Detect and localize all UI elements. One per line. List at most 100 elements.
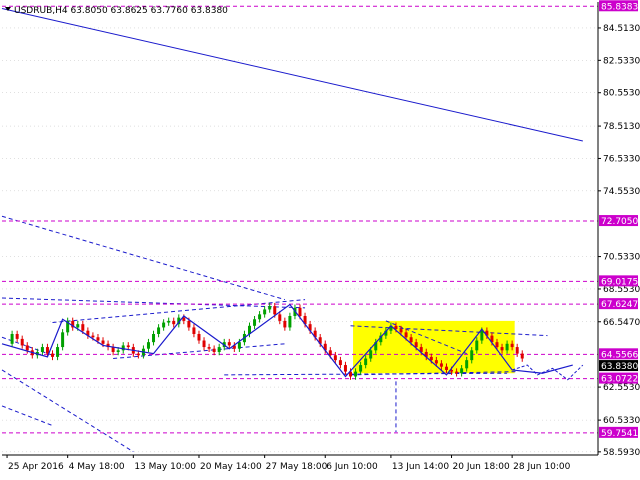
candle-body bbox=[157, 327, 161, 334]
candle-body bbox=[227, 342, 231, 346]
level-price-label: 67.6247 bbox=[601, 300, 638, 310]
candle-body bbox=[187, 320, 191, 328]
candle-body bbox=[101, 340, 105, 344]
candle-body bbox=[76, 324, 80, 328]
trendline bbox=[1, 297, 306, 309]
candle-body bbox=[81, 324, 85, 331]
time-tick-label: 20 May 14:00 bbox=[200, 462, 262, 472]
price-tick-label: 60.5330 bbox=[603, 416, 640, 426]
candle-body bbox=[343, 365, 347, 372]
candle-body bbox=[172, 320, 176, 325]
candle-body bbox=[333, 355, 337, 361]
candle-body bbox=[444, 366, 448, 370]
level-price-label: 69.0175 bbox=[601, 277, 638, 287]
candle-body bbox=[470, 350, 474, 361]
candle-body bbox=[510, 343, 514, 348]
candle-body bbox=[273, 306, 277, 315]
level-price-label: 63.0722 bbox=[601, 375, 638, 385]
candle-body bbox=[475, 340, 479, 351]
candle-body bbox=[429, 356, 433, 361]
price-chart[interactable]: 84.5130 82.5330 80.5530 78.5130 76.5330 74.55… bbox=[0, 0, 640, 480]
candle-body bbox=[359, 365, 363, 372]
price-tick-label: 84.5130 bbox=[603, 24, 640, 34]
level-price-label: 64.5566 bbox=[601, 350, 638, 360]
time-tick-label: 13 Jun 14:00 bbox=[392, 462, 449, 472]
price-tick-label: 78.5130 bbox=[603, 122, 640, 132]
candle-body bbox=[45, 347, 49, 354]
price-tick-label: 70.5330 bbox=[603, 253, 640, 263]
time-tick-label: 13 May 10:00 bbox=[134, 462, 196, 472]
candle-body bbox=[434, 360, 438, 364]
candle-body bbox=[263, 309, 267, 315]
candle-body bbox=[298, 307, 302, 316]
chart-header[interactable]: USDRUB,H4 63.8050 63.8625 63.7760 63.838… bbox=[5, 6, 228, 16]
candle-body bbox=[515, 347, 519, 354]
candle-body bbox=[136, 353, 140, 356]
candle-body bbox=[369, 350, 373, 359]
candle-body bbox=[61, 332, 65, 348]
candle-body bbox=[439, 363, 443, 367]
candle-body bbox=[354, 371, 358, 377]
time-tick-label: 27 May 18:00 bbox=[266, 462, 328, 472]
symbol-ohlc-label: USDRUB,H4 63.8050 63.8625 63.7760 63.838… bbox=[14, 6, 228, 16]
candle-body bbox=[364, 358, 368, 366]
candle-body bbox=[116, 350, 120, 352]
candle-body bbox=[237, 342, 241, 349]
candle-body bbox=[465, 360, 469, 369]
candle-body bbox=[399, 329, 403, 333]
candle-body bbox=[10, 333, 14, 344]
time-tick-label: 6 Jun 10:00 bbox=[326, 462, 378, 472]
candle-body bbox=[288, 315, 292, 328]
price-tick-label: 58.5930 bbox=[603, 448, 640, 458]
candle-body bbox=[338, 360, 342, 366]
candle-body bbox=[258, 314, 262, 320]
price-tick-label: 76.5330 bbox=[603, 154, 640, 164]
candle-body bbox=[268, 306, 272, 310]
trendlines[interactable] bbox=[1, 8, 583, 453]
trendline bbox=[1, 405, 53, 427]
trendline bbox=[1, 8, 583, 142]
candle-body bbox=[146, 342, 150, 349]
price-tick-label: 80.5530 bbox=[603, 89, 640, 99]
candle-body bbox=[91, 335, 95, 338]
candle-body bbox=[414, 342, 418, 348]
time-tick-label: 28 Jun 10:00 bbox=[513, 462, 570, 472]
price-grid bbox=[2, 27, 598, 453]
candle-body bbox=[253, 319, 257, 326]
candle-body bbox=[495, 342, 499, 348]
time-tick-label: 4 May 18:00 bbox=[69, 462, 125, 472]
candle-body bbox=[20, 338, 24, 346]
price-tick-label: 66.5470 bbox=[603, 318, 640, 328]
candle-body bbox=[283, 320, 287, 328]
price-tick-label: 74.5530 bbox=[603, 187, 640, 197]
candle-body bbox=[121, 345, 125, 351]
rectangle-object[interactable] bbox=[353, 320, 515, 374]
candle-body bbox=[460, 368, 464, 374]
candle-body bbox=[202, 340, 206, 348]
axes: 84.5130 82.5330 80.5530 78.5130 76.5330 74.55… bbox=[2, 0, 640, 472]
candle-body bbox=[126, 345, 130, 348]
candle-body bbox=[15, 333, 19, 339]
level-price-label: 59.7541 bbox=[601, 429, 638, 439]
candle-body bbox=[152, 333, 156, 343]
candle-body bbox=[212, 348, 216, 352]
candle-body bbox=[455, 371, 459, 374]
time-tick-label: 20 Jun 18:00 bbox=[453, 462, 510, 472]
candle-body bbox=[197, 333, 201, 341]
candle-body bbox=[192, 327, 196, 334]
current-price-label: 63.8380 bbox=[601, 362, 638, 372]
candle-body bbox=[167, 320, 171, 323]
level-price-label: 72.7050 bbox=[601, 217, 638, 227]
level-price-label: 85.8383 bbox=[601, 2, 638, 12]
highlight-rectangle bbox=[353, 320, 515, 374]
trendline bbox=[1, 369, 134, 453]
candle-body bbox=[409, 337, 413, 343]
candle-body bbox=[505, 343, 509, 351]
candle-body bbox=[500, 347, 504, 351]
candle-body bbox=[480, 330, 484, 341]
candle-body bbox=[404, 332, 408, 338]
candle-body bbox=[278, 314, 282, 321]
trendline bbox=[1, 215, 285, 301]
candle-body bbox=[520, 353, 524, 359]
time-tick-label: 25 Apr 2016 bbox=[8, 462, 64, 472]
